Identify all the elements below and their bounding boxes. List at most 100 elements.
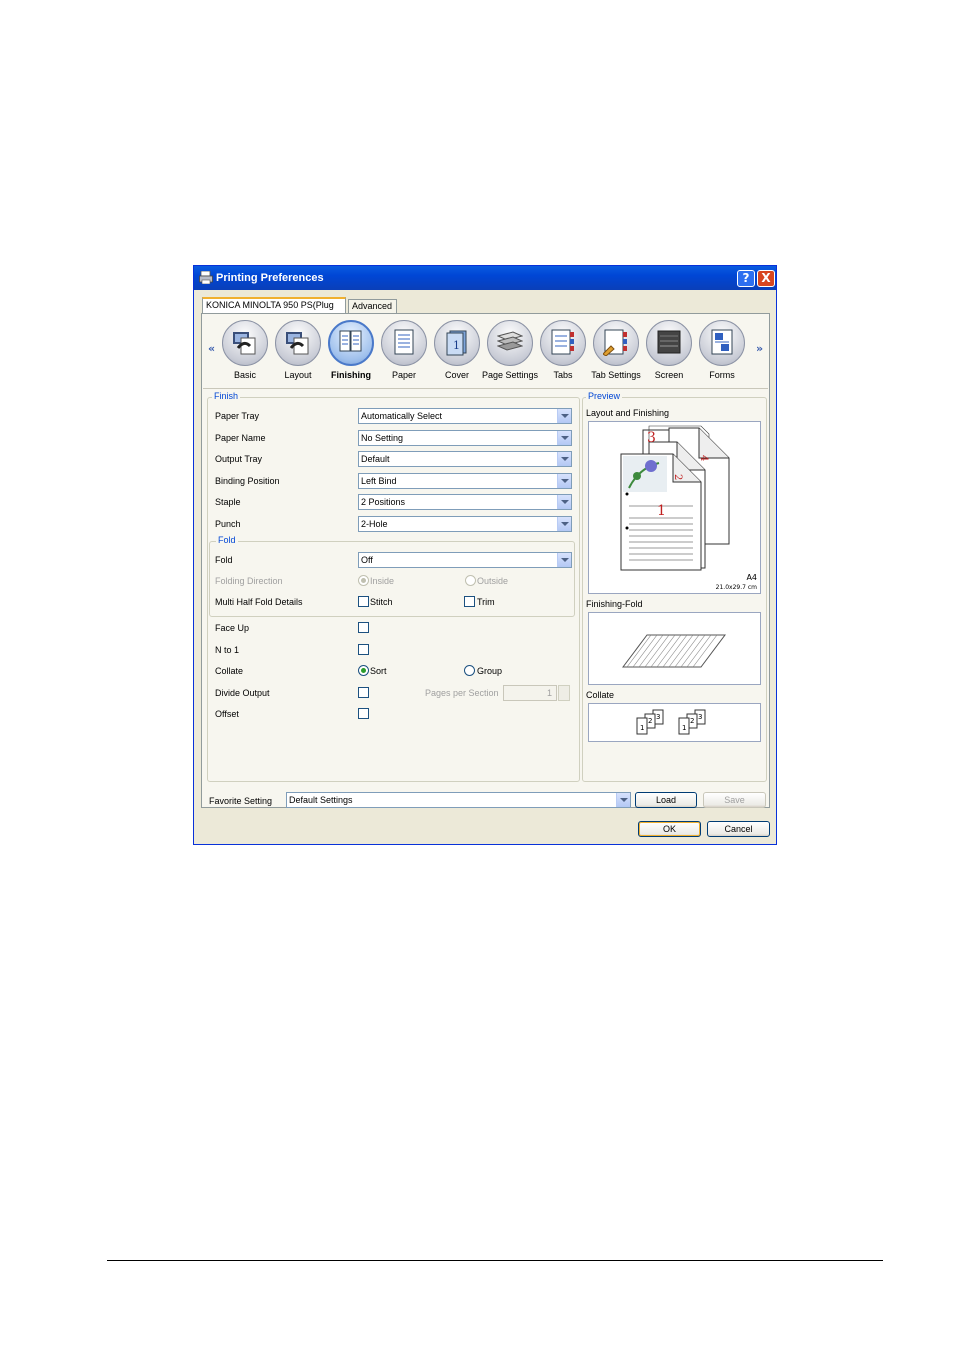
fold-inside-label: Inside bbox=[370, 576, 395, 586]
chevron-down-icon[interactable] bbox=[557, 474, 571, 488]
punch-select[interactable]: 2-Hole bbox=[358, 516, 572, 532]
chevron-down-icon[interactable] bbox=[557, 452, 571, 466]
pages-per-section-input[interactable]: 1 bbox=[503, 685, 557, 701]
toolbar-basic[interactable]: Basic bbox=[220, 320, 270, 380]
preview-group-title: Preview bbox=[586, 391, 623, 401]
save-button[interactable]: Save bbox=[703, 792, 766, 808]
paper-name-label: Paper Name bbox=[215, 433, 266, 443]
fold-group-title: Fold bbox=[216, 535, 238, 545]
toolbar-tabs[interactable]: Tabs bbox=[538, 320, 588, 380]
n-to-1-label: N to 1 bbox=[215, 645, 240, 655]
paper-name-select[interactable]: No Setting bbox=[358, 430, 572, 446]
screen-icon bbox=[657, 330, 681, 354]
pages-per-section-label: Pages per Section bbox=[425, 688, 499, 698]
fold-preview-image bbox=[622, 634, 726, 668]
finishing-fold-label: Finishing-Fold bbox=[586, 599, 643, 609]
collate-number: 3 bbox=[656, 713, 660, 721]
staple-label: Staple bbox=[215, 497, 241, 507]
paper-dims-text: 21.0x29.7 cm bbox=[716, 584, 757, 591]
page-settings-icon bbox=[497, 331, 523, 351]
fold-label: Fold bbox=[215, 555, 233, 565]
cancel-button[interactable]: Cancel bbox=[707, 821, 770, 837]
ok-button[interactable]: OK bbox=[638, 821, 701, 837]
toolbar-page-settings[interactable]: Page Settings bbox=[482, 320, 538, 380]
collate-sort-radio[interactable] bbox=[358, 665, 369, 676]
toolbar-finishing[interactable]: Finishing bbox=[326, 320, 376, 380]
offset-checkbox[interactable] bbox=[358, 708, 369, 719]
collate-sort-label: Sort bbox=[370, 666, 387, 676]
toolbar-tab-settings[interactable]: Tab Settings bbox=[591, 320, 641, 380]
tabs-icon bbox=[551, 329, 574, 355]
fold-select[interactable]: Off bbox=[358, 552, 572, 568]
collate-preview-image: 1 2 3 1 2 3 bbox=[636, 709, 706, 735]
tab-settings-icon bbox=[603, 329, 627, 356]
divide-output-checkbox[interactable] bbox=[358, 687, 369, 698]
page-number: 4 bbox=[698, 455, 709, 461]
paper-tray-select[interactable]: Automatically Select bbox=[358, 408, 572, 424]
chevron-down-icon[interactable] bbox=[557, 517, 571, 531]
collate-number: 2 bbox=[690, 717, 694, 725]
chevron-down-icon[interactable] bbox=[557, 409, 571, 423]
collate-number: 2 bbox=[648, 717, 652, 725]
output-tray-select[interactable]: Default bbox=[358, 451, 572, 467]
binding-position-select[interactable]: Left Bind bbox=[358, 473, 572, 489]
tab-konica-minolta[interactable]: KONICA MINOLTA 950 PS(Plug bbox=[202, 297, 346, 314]
toolbar-paper[interactable]: Paper bbox=[379, 320, 429, 380]
collate-number: 1 bbox=[640, 724, 644, 732]
chevron-down-icon[interactable] bbox=[557, 431, 571, 445]
fold-inside-radio[interactable] bbox=[358, 575, 369, 586]
page-number: 1 bbox=[657, 503, 666, 519]
collate-group-label: Group bbox=[477, 666, 503, 676]
load-button[interactable]: Load bbox=[635, 792, 697, 808]
chevron-down-icon[interactable] bbox=[557, 553, 571, 567]
chevron-down-icon[interactable] bbox=[557, 495, 571, 509]
toolbar-cover[interactable]: 1 Cover bbox=[432, 320, 482, 380]
binding-position-label: Binding Position bbox=[215, 476, 280, 486]
paper-icon bbox=[394, 329, 414, 355]
face-up-checkbox[interactable] bbox=[358, 622, 369, 633]
forms-icon bbox=[711, 329, 733, 355]
paper-size-text: A4 bbox=[746, 573, 757, 582]
close-button[interactable]: X bbox=[757, 270, 775, 287]
cover-icon: 1 bbox=[446, 330, 467, 356]
printer-basic-icon bbox=[233, 332, 256, 355]
divide-output-label: Divide Output bbox=[215, 688, 270, 698]
printer-layout-icon bbox=[286, 332, 309, 355]
fold-outside-label: Outside bbox=[477, 576, 509, 586]
chevron-down-icon[interactable] bbox=[616, 793, 630, 807]
face-up-label: Face Up bbox=[215, 623, 250, 633]
collate-group-radio[interactable] bbox=[464, 665, 475, 676]
trim-checkbox[interactable] bbox=[464, 596, 475, 607]
punch-label: Punch bbox=[215, 519, 241, 529]
title-bar[interactable]: Printing Preferences ? X bbox=[194, 266, 776, 290]
layout-preview: 3 4 2 1 A4 21.0x29.7 cm bbox=[588, 421, 761, 594]
scroll-left-icon[interactable]: « bbox=[208, 342, 215, 355]
page-number: 2 bbox=[672, 474, 683, 480]
toolbar-screen[interactable]: Screen bbox=[644, 320, 694, 380]
n-to-1-checkbox[interactable] bbox=[358, 644, 369, 655]
printer-icon bbox=[199, 271, 213, 284]
toolbar-layout[interactable]: Layout bbox=[273, 320, 323, 380]
staple-select[interactable]: 2 Positions bbox=[358, 494, 572, 510]
fold-preview bbox=[588, 612, 761, 685]
fold-outside-radio[interactable] bbox=[465, 575, 476, 586]
tab-advanced[interactable]: Advanced bbox=[348, 299, 397, 314]
finish-group-title: Finish bbox=[212, 391, 241, 401]
scroll-right-icon[interactable]: » bbox=[756, 342, 763, 355]
layout-finishing-label: Layout and Finishing bbox=[586, 408, 670, 418]
paper-tray-label: Paper Tray bbox=[215, 411, 260, 421]
toolbar-label: Forms bbox=[709, 370, 735, 380]
folding-direction-label: Folding Direction bbox=[215, 576, 283, 586]
favorite-setting-select[interactable]: Default Settings bbox=[286, 792, 631, 808]
collate-number: 3 bbox=[698, 713, 702, 721]
pages-per-section-stepper[interactable] bbox=[558, 685, 570, 701]
collate-preview: 1 2 3 1 2 3 bbox=[588, 703, 761, 742]
svg-text:1: 1 bbox=[453, 339, 460, 352]
stitch-checkbox[interactable] bbox=[358, 596, 369, 607]
toolbar-divider bbox=[203, 388, 768, 389]
layout-preview-image: 3 4 2 1 A4 21.0x29.7 cm bbox=[620, 425, 757, 591]
trim-label: Trim bbox=[477, 597, 495, 607]
collate-number: 1 bbox=[682, 724, 686, 732]
toolbar-forms[interactable]: Forms bbox=[697, 320, 747, 380]
help-button[interactable]: ? bbox=[737, 270, 755, 287]
